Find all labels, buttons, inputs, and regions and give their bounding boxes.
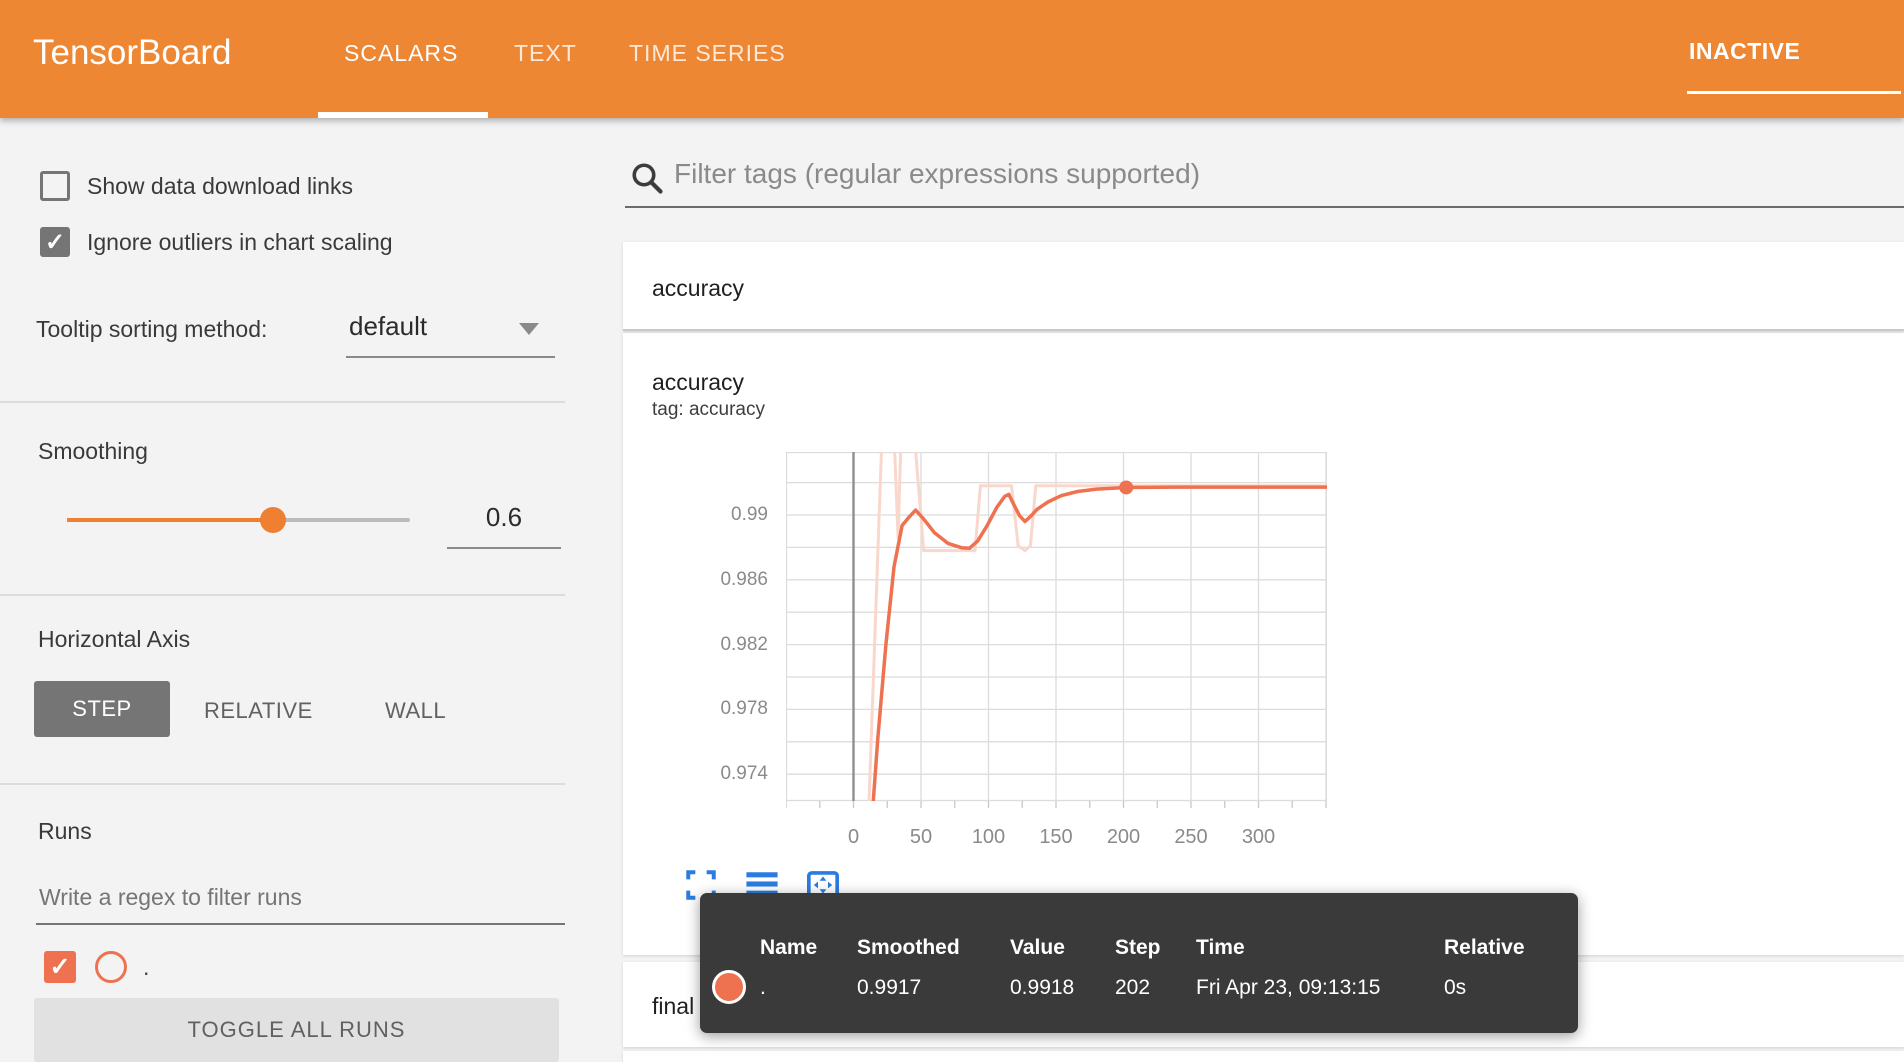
runs-filter-input[interactable]: Write a regex to filter runs [39,884,302,911]
app-header: TensorBoard SCALARS TEXT TIME SERIES INA… [0,0,1904,118]
tooltip-col-value: Value [1010,936,1065,960]
runs-label: Runs [38,818,92,845]
tooltip-col-smoothed: Smoothed [857,936,960,960]
status-underline [1687,91,1901,94]
filter-tags-underline [625,206,1904,208]
ignore-outliers-checkbox[interactable]: ✓ [40,227,70,257]
runs-filter-underline [36,923,565,925]
tooltip-sort-select[interactable]: default [349,311,427,342]
smoothing-value-underline [447,547,561,549]
chart-hover-tooltip: Name Smoothed Value Step Time Relative .… [700,893,1578,1033]
toggle-all-runs-button[interactable]: TOGGLE ALL RUNS [34,998,559,1062]
chart-title: accuracy [652,369,744,396]
run-name-label: . [143,951,149,983]
tooltip-run-name: . [760,976,766,1000]
divider [0,594,565,596]
status-dropdown[interactable]: INACTIVE [1689,38,1800,65]
smoothing-label: Smoothing [38,438,148,465]
divider [0,401,565,403]
filter-tags-input[interactable]: Filter tags (regular expressions support… [674,158,1200,190]
tooltip-col-name: Name [760,936,817,960]
next-chart-card-edge [623,1051,1904,1062]
smoothing-slider-handle[interactable] [260,507,286,533]
tooltip-time-value: Fri Apr 23, 09:13:15 [1196,976,1380,1000]
section-title: final [652,993,694,1020]
active-tab-underline [318,112,488,118]
smoothing-value-input[interactable]: 0.6 [447,502,561,533]
tooltip-col-step: Step [1115,936,1161,960]
tooltip-col-relative: Relative [1444,936,1525,960]
tooltip-step-value: 202 [1115,976,1150,1000]
chevron-down-icon[interactable] [519,323,539,335]
tooltip-relative-value: 0s [1444,976,1466,1000]
tooltip-sort-underline [346,356,555,358]
tooltip-smoothed-value: 0.9917 [857,976,921,1000]
app-title: TensorBoard [33,33,231,73]
axis-wall-button[interactable]: WALL [385,698,446,724]
run-checkbox[interactable]: ✓ [44,951,76,983]
divider [0,783,565,785]
chart-tag: tag: accuracy [652,399,765,421]
tab-scalars[interactable]: SCALARS [344,40,458,67]
axis-step-button[interactable]: STEP [34,681,170,737]
accuracy-chart-card: accuracy tag: accuracy 0.990.9860.9820.9… [623,333,1904,955]
show-download-links-checkbox[interactable] [40,171,70,201]
ignore-outliers-label: Ignore outliers in chart scaling [87,227,393,257]
axis-relative-button[interactable]: RELATIVE [204,698,313,724]
show-download-links-label: Show data download links [87,171,353,201]
accuracy-chart[interactable] [786,452,1327,812]
tab-time-series[interactable]: TIME SERIES [629,40,786,67]
section-title: accuracy [652,275,744,302]
smoothing-slider-fill [67,518,273,522]
run-color-swatch[interactable] [95,951,127,983]
tooltip-sort-label: Tooltip sorting method: [36,316,267,343]
horizontal-axis-label: Horizontal Axis [38,626,190,653]
tooltip-raw-value: 0.9918 [1010,976,1074,1000]
tab-text[interactable]: TEXT [514,40,577,67]
section-header-accuracy[interactable]: accuracy [623,242,1904,331]
tooltip-col-time: Time [1196,936,1245,960]
search-icon [629,160,665,196]
run-color-dot [712,970,746,1004]
